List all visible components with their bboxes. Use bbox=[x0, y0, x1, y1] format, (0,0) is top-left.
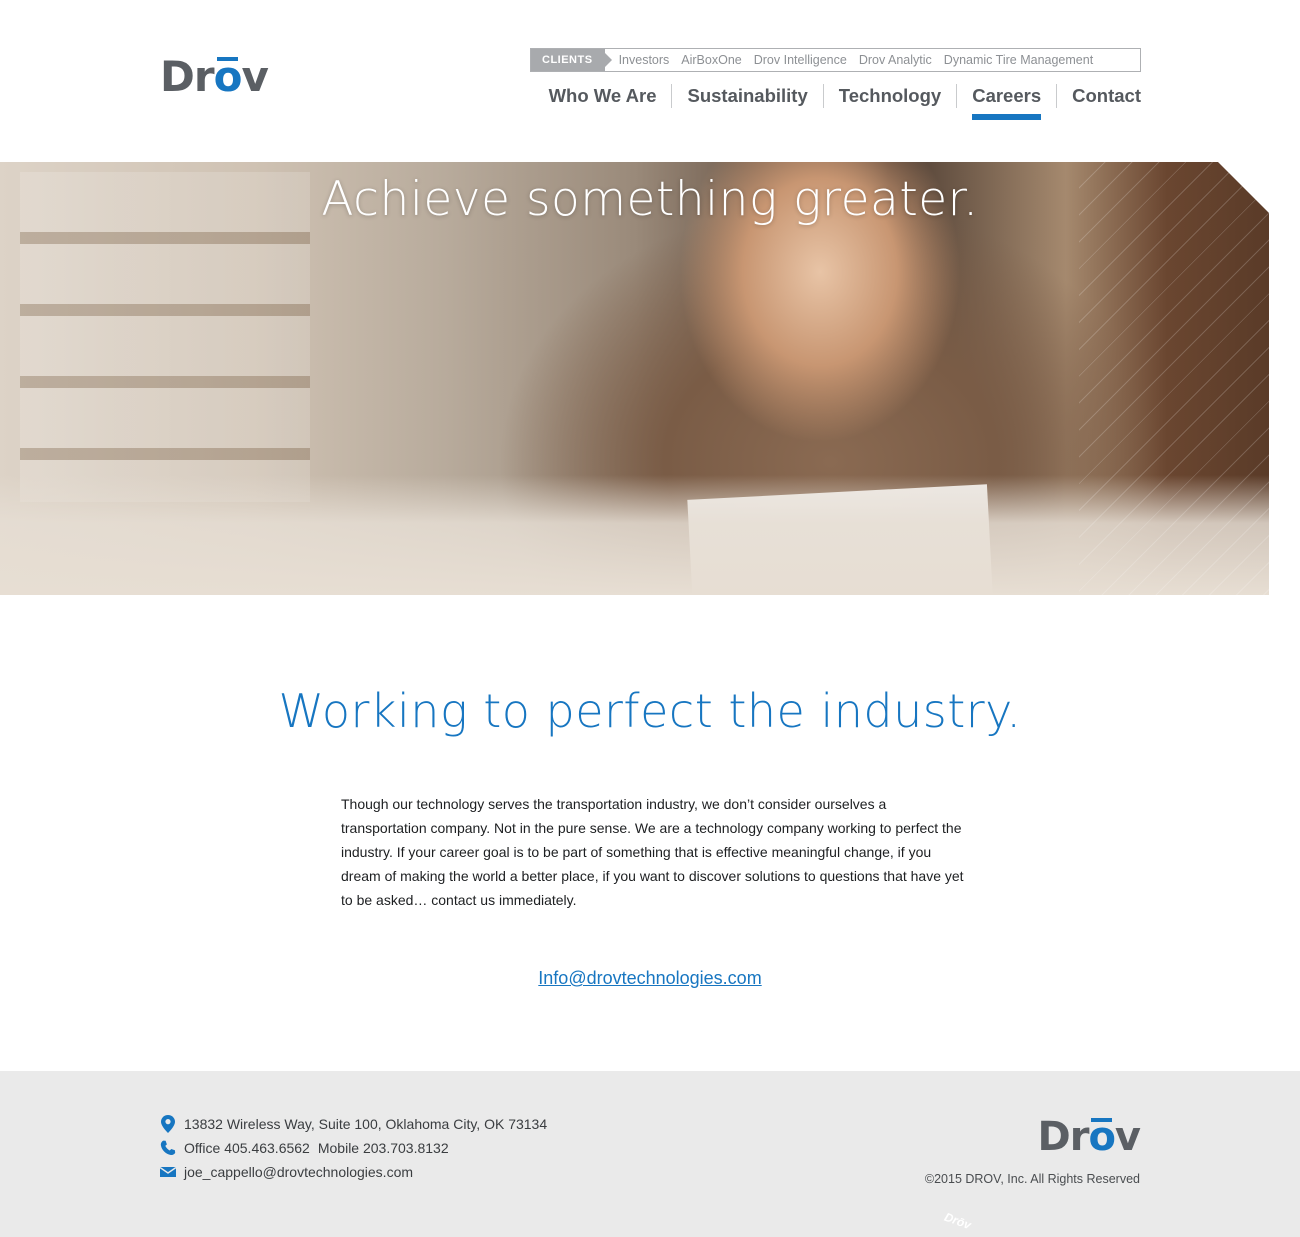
footer-mobile-phone[interactable]: Mobile 203.703.8132 bbox=[318, 1140, 449, 1156]
client-link-investors[interactable]: Investors bbox=[619, 53, 670, 67]
clients-tag: CLIENTS bbox=[531, 49, 612, 71]
drov-logo[interactable]: Drov bbox=[160, 56, 269, 98]
email-link-wrapper: Info@drovtechnologies.com bbox=[0, 968, 1300, 989]
footer-office-phone[interactable]: Office 405.463.6562 bbox=[184, 1140, 310, 1156]
footer-email[interactable]: joe_cappello@drovtechnologies.com bbox=[184, 1164, 413, 1180]
footer-watermark-logo: Drōv bbox=[942, 1209, 973, 1233]
envelope-icon bbox=[160, 1163, 176, 1181]
nav-item-contact[interactable]: Contact bbox=[1056, 84, 1141, 108]
footer-phone-row: Office 405.463.6562 Mobile 203.703.8132 bbox=[160, 1139, 449, 1157]
footer-address-row: 13832 Wireless Way, Suite 100, Oklahoma … bbox=[160, 1115, 547, 1133]
nav-item-sustainability[interactable]: Sustainability bbox=[671, 84, 822, 108]
hero-title: Achieve something greater. bbox=[321, 172, 979, 227]
page-headline: Working to perfect the industry. bbox=[278, 684, 1022, 738]
careers-body-text: Though our technology serves the transpo… bbox=[341, 796, 964, 908]
footer-address: 13832 Wireless Way, Suite 100, Oklahoma … bbox=[184, 1116, 548, 1132]
clients-bar: CLIENTS Investors AirBoxOne Drov Intelli… bbox=[530, 48, 1141, 72]
client-link-dynamic-tire-management[interactable]: Dynamic Tire Management bbox=[944, 53, 1093, 67]
phone-icon bbox=[160, 1139, 176, 1157]
footer-drov-logo[interactable]: Drov bbox=[1038, 1117, 1142, 1157]
info-email-link[interactable]: Info@drovtechnologies.com bbox=[538, 968, 761, 988]
clients-links: Investors AirBoxOne Drov Intelligence Dr… bbox=[619, 53, 1106, 67]
client-link-airboxone[interactable]: AirBoxOne bbox=[681, 53, 741, 67]
footer-email-row: joe_cappello@drovtechnologies.com bbox=[160, 1163, 413, 1181]
site-footer: 13832 Wireless Way, Suite 100, Oklahoma … bbox=[0, 1071, 1300, 1237]
map-pin-icon bbox=[160, 1115, 176, 1133]
nav-item-technology[interactable]: Technology bbox=[822, 84, 956, 108]
nav-item-who-we-are[interactable]: Who We Are bbox=[549, 84, 672, 108]
client-link-drov-analytic[interactable]: Drov Analytic bbox=[859, 53, 932, 67]
nav-item-careers[interactable]: Careers bbox=[956, 84, 1056, 120]
main-nav: Who We Are Sustainability Technology Car… bbox=[549, 84, 1141, 120]
client-link-drov-intelligence[interactable]: Drov Intelligence bbox=[754, 53, 847, 67]
copyright-text: ©2015 DROV, Inc. All Rights Reserved bbox=[924, 1172, 1140, 1186]
site-header: Drov CLIENTS Investors AirBoxOne Drov In… bbox=[0, 0, 1300, 162]
